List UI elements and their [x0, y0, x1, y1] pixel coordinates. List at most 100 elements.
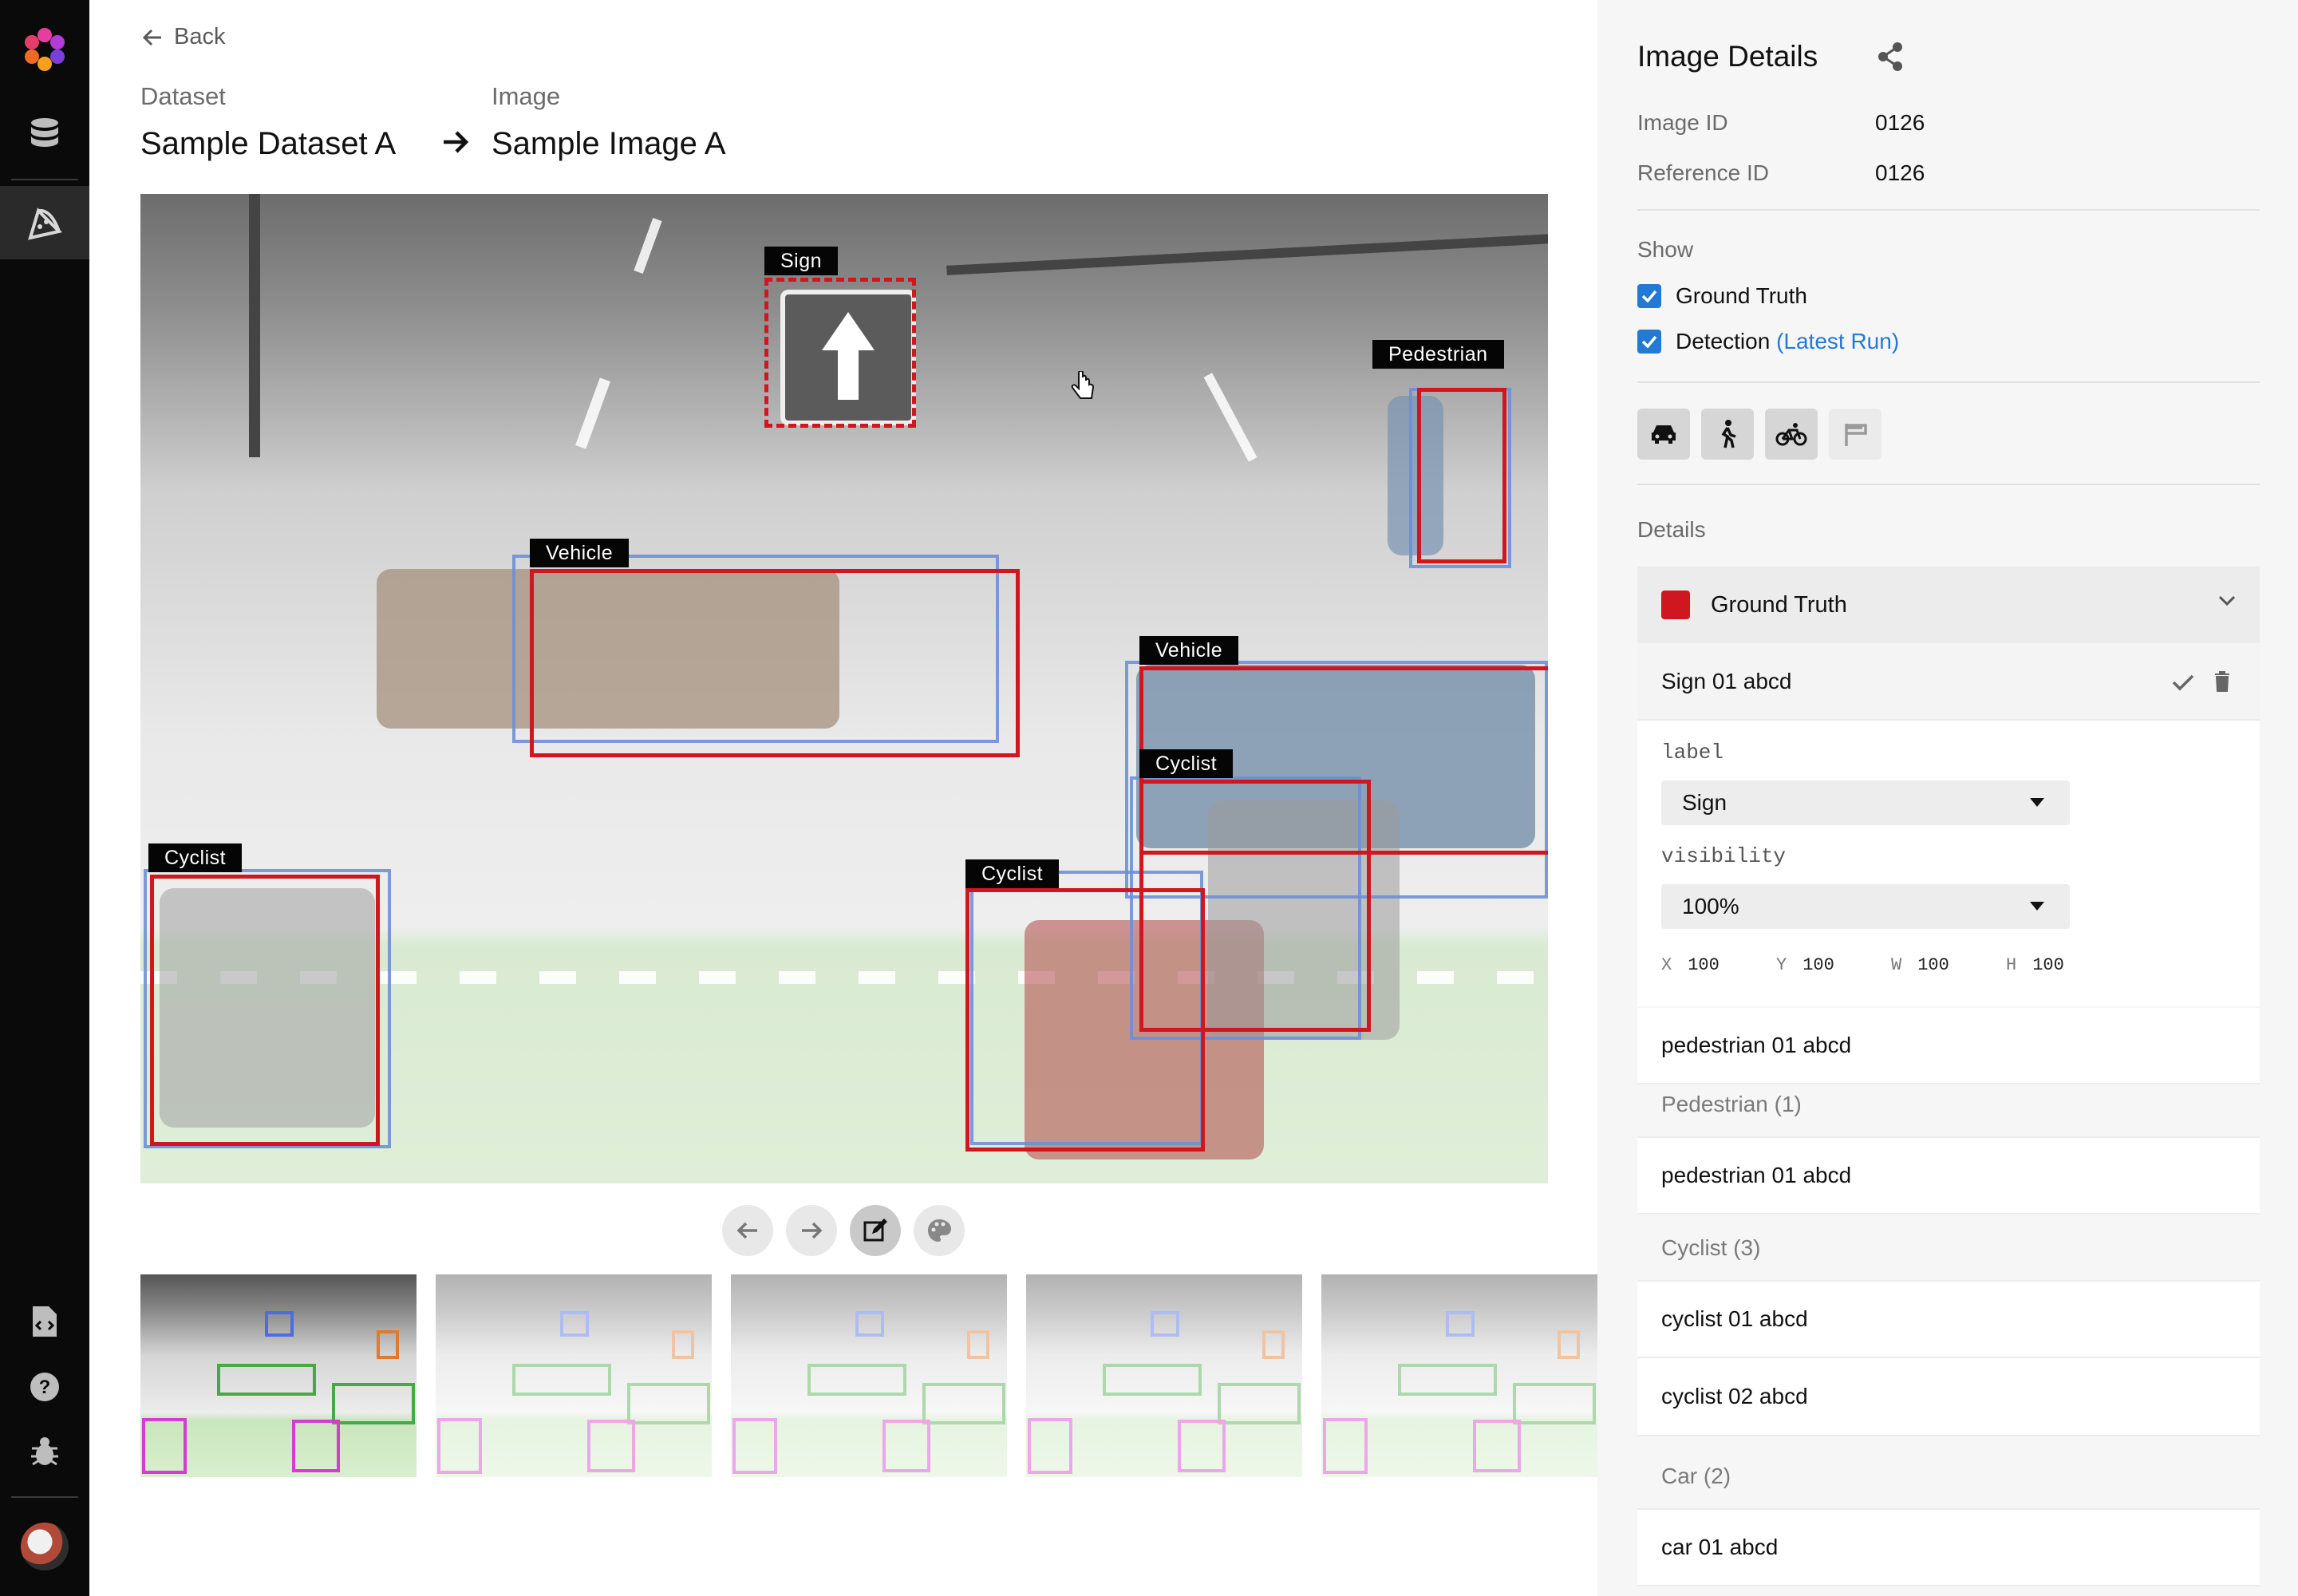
- logo-icon[interactable]: [21, 26, 69, 73]
- thumb-box: [332, 1383, 415, 1424]
- ground-truth-swatch: [1661, 591, 1690, 619]
- thumbnail-selected[interactable]: [140, 1274, 417, 1477]
- svg-text:?: ?: [39, 1377, 51, 1398]
- thumb-box: [377, 1330, 399, 1359]
- lane-marking: [1203, 373, 1258, 462]
- gt-tag-cyclist: Cyclist: [148, 843, 243, 872]
- thumb-box: [882, 1420, 930, 1472]
- coord-h[interactable]: H 100: [2006, 955, 2064, 975]
- check-icon[interactable]: [2172, 674, 2194, 691]
- filter-cyclist-button[interactable]: [1765, 409, 1818, 460]
- annotation-icon[interactable]: [21, 200, 69, 247]
- code-file-icon[interactable]: [21, 1298, 69, 1345]
- latest-run-link[interactable]: (Latest Run): [1776, 329, 1899, 354]
- street-pole: [249, 194, 260, 457]
- avatar[interactable]: [21, 1523, 69, 1570]
- list-item[interactable]: cyclist 01 abcd: [1637, 1280, 2260, 1358]
- bug-icon[interactable]: [21, 1427, 69, 1475]
- gt-box-pedestrian[interactable]: [1417, 388, 1506, 563]
- ground-truth-group-header[interactable]: Ground Truth: [1637, 567, 2260, 643]
- thumbnail[interactable]: [1321, 1274, 1597, 1477]
- gt-box-cyclist[interactable]: [965, 888, 1205, 1152]
- thumb-box: [1473, 1420, 1521, 1472]
- image-details-panel: Image Details Image ID 0126 Reference ID…: [1597, 0, 2298, 1596]
- panel-title: Image Details: [1637, 40, 1818, 73]
- thumb-box: [217, 1364, 316, 1396]
- thumb-box: [142, 1418, 187, 1474]
- thumb-box: [587, 1420, 635, 1472]
- show-detection-checkbox[interactable]: Detection (Latest Run): [1637, 329, 1899, 354]
- divider: [1637, 381, 2260, 383]
- thumb-box: [1103, 1364, 1202, 1396]
- label-field-label: label: [1661, 741, 1724, 764]
- thumb-box: [922, 1383, 1005, 1424]
- thumbnail[interactable]: [1026, 1274, 1302, 1477]
- visibility-field-label: visibility: [1661, 844, 1787, 868]
- filter-sign-button[interactable]: [1829, 409, 1881, 460]
- help-icon[interactable]: ?: [21, 1363, 69, 1411]
- ground-truth-label: Ground Truth: [1676, 283, 1807, 308]
- trash-icon[interactable]: [2213, 670, 2231, 693]
- list-item[interactable]: pedestrian 01 abcd: [1637, 1008, 2260, 1084]
- thumb-box: [627, 1383, 710, 1424]
- list-item[interactable]: cyclist 02 abcd: [1637, 1358, 2260, 1436]
- image-canvas[interactable]: Sign Pedestrian Vehicle Vehicle Cyclist …: [140, 194, 1548, 1183]
- bicycle-icon: [1775, 423, 1807, 446]
- nav-divider-bottom: [11, 1496, 78, 1498]
- back-label: Back: [174, 24, 226, 49]
- thumb-box: [1151, 1311, 1179, 1337]
- thumb-box: [292, 1420, 340, 1472]
- edit-button[interactable]: [850, 1205, 901, 1256]
- thumb-box: [732, 1418, 777, 1474]
- gt-box-sign[interactable]: [764, 278, 916, 428]
- visibility-select[interactable]: 100%: [1661, 884, 2070, 929]
- filter-car-button[interactable]: [1637, 409, 1690, 460]
- image-caption: Image: [492, 82, 561, 110]
- back-link[interactable]: Back: [142, 24, 225, 50]
- coord-x[interactable]: X 100: [1661, 955, 1720, 975]
- gt-tag-vehicle: Vehicle: [1139, 636, 1239, 665]
- label-select[interactable]: Sign: [1661, 780, 2070, 825]
- palette-button[interactable]: [914, 1205, 965, 1256]
- thumb-box: [1558, 1330, 1580, 1359]
- gt-tag-sign: Sign: [764, 247, 839, 275]
- dataset-name[interactable]: Sample Dataset A: [140, 126, 396, 162]
- image-id-label: Image ID: [1637, 110, 1728, 135]
- back-arrow-icon: [142, 29, 161, 45]
- previous-button[interactable]: [722, 1205, 773, 1256]
- thumb-box: [1513, 1383, 1596, 1424]
- caret-down-icon: [2030, 798, 2044, 807]
- share-icon[interactable]: [1877, 41, 1904, 72]
- show-label: Show: [1637, 237, 1694, 262]
- car-icon: [1652, 425, 1676, 444]
- thumbnail[interactable]: [731, 1274, 1007, 1477]
- next-button[interactable]: [786, 1205, 837, 1256]
- arrow-right-icon: [802, 1222, 823, 1239]
- gt-box-vehicle[interactable]: [530, 569, 1020, 757]
- thumbnail[interactable]: [436, 1274, 712, 1477]
- lane-marking: [575, 377, 610, 449]
- main-area: Back Dataset Sample Dataset A Image Samp…: [89, 0, 1597, 1596]
- selected-annotation-row[interactable]: Sign 01 abcd: [1637, 643, 2260, 721]
- visibility-select-value: 100%: [1682, 894, 1739, 918]
- caret-down-icon: [2030, 902, 2044, 911]
- app-root: ? Back Dataset Sample Dataset A Image Sa…: [0, 0, 2298, 1596]
- list-item[interactable]: pedestrian 01 abcd: [1637, 1136, 2260, 1215]
- breadcrumb-arrow-icon: [444, 131, 469, 153]
- ground-truth-group-title: Ground Truth: [1711, 591, 1847, 618]
- thumb-box: [1178, 1420, 1226, 1472]
- coord-y[interactable]: Y 100: [1776, 955, 1834, 975]
- image-name: Sample Image A: [492, 126, 726, 161]
- thumb-box: [1218, 1383, 1301, 1424]
- cyclist-group-label: Cyclist (3): [1661, 1235, 1761, 1260]
- show-ground-truth-checkbox[interactable]: Ground Truth: [1637, 283, 1807, 309]
- coord-w[interactable]: W 100: [1891, 955, 1949, 975]
- thumb-box: [437, 1418, 482, 1474]
- database-icon[interactable]: [21, 110, 69, 158]
- gt-box-cyclist[interactable]: [150, 875, 380, 1146]
- filter-pedestrian-button[interactable]: [1701, 409, 1754, 460]
- nav-divider: [11, 179, 78, 180]
- list-item[interactable]: car 01 abcd: [1637, 1508, 2260, 1586]
- thumb-box: [265, 1311, 294, 1337]
- sign-icon: [1845, 424, 1867, 446]
